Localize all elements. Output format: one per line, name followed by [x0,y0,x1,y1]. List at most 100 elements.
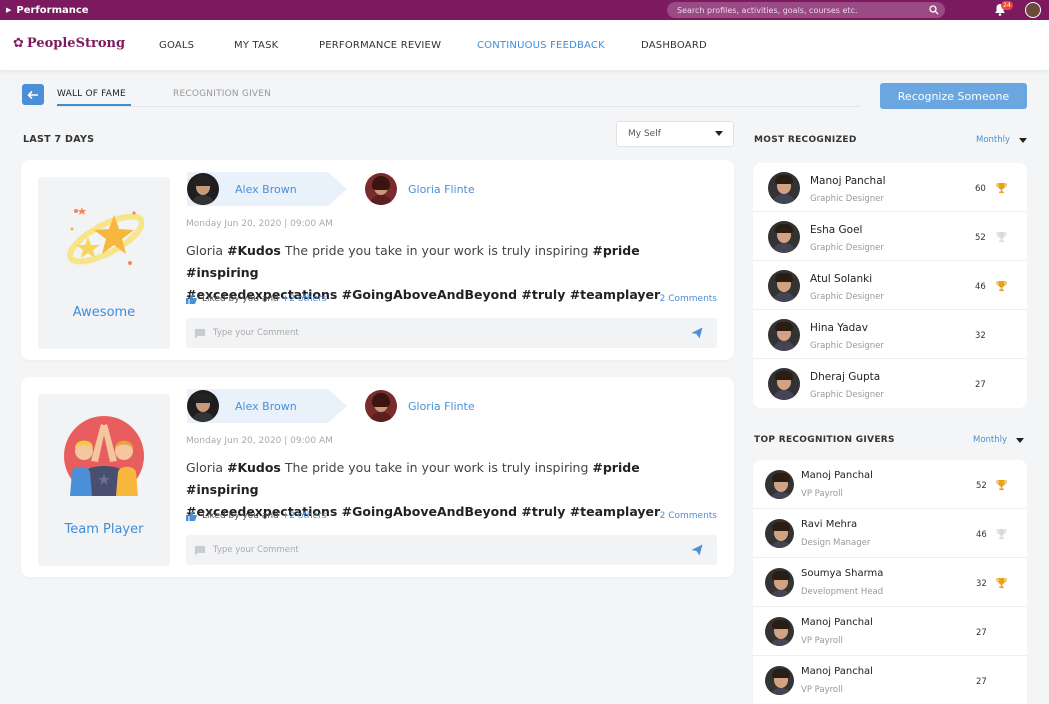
recognition-count: 60 [975,184,986,194]
tab-recognition-given[interactable]: RECOGNITION GIVEN [173,89,271,99]
most-recognized-filter[interactable]: Monthly [976,135,1028,145]
person-name[interactable]: Esha Goel [810,224,862,236]
send-icon[interactable] [691,544,703,556]
comment-input[interactable] [213,328,653,338]
trophy-icon [996,529,1007,540]
person-role: Graphic Designer [810,194,884,204]
caret-right-icon[interactable]: ▶ [6,6,11,14]
giver-avatar[interactable] [187,173,219,205]
nav-dashboard[interactable]: DASHBOARD [641,40,707,51]
comments-link[interactable]: 2 Comments [660,511,717,521]
user-avatar[interactable] [1025,2,1041,18]
person-name[interactable]: Manoj Panchal [801,617,873,628]
person-avatar[interactable] [765,568,794,597]
person-name[interactable]: Manoj Panchal [801,666,873,677]
person-avatar[interactable] [768,319,800,351]
main-nav: ✿ PeopleStrong GOALS MY TASK PERFORMANCE… [0,20,1049,70]
person-row[interactable]: Atul Solanki Graphic Designer 46 [753,261,1027,310]
team-player-icon [64,416,144,496]
person-row[interactable]: Manoj Panchal Graphic Designer 60 [753,163,1027,212]
trophy-icon [996,232,1007,243]
giver-avatar[interactable] [187,390,219,422]
most-recognized-list: Manoj Panchal Graphic Designer 60 Esha Goel… [753,163,1027,408]
person-row[interactable]: Hina Yadav Graphic Designer 32 [753,310,1027,359]
person-avatar[interactable] [768,172,800,204]
badge-panel: Awesome [38,177,170,349]
person-name[interactable]: Soumya Sharma [801,568,883,579]
person-row[interactable]: Esha Goel Graphic Designer 52 [753,212,1027,261]
person-name[interactable]: Hina Yadav [810,322,868,334]
person-avatar[interactable] [765,617,794,646]
kudos-tag: #Kudos [227,460,281,475]
person-row[interactable]: Dheraj Gupta Graphic Designer 27 [753,359,1027,408]
likes-others-link[interactable]: +2 others [282,511,327,521]
trophy-icon [996,183,1007,194]
receiver-avatar[interactable] [365,173,397,205]
person-name[interactable]: Manoj Panchal [810,175,886,187]
person-avatar[interactable] [765,666,794,695]
person-row[interactable]: Manoj Panchal VP Payroll 52 [753,460,1027,509]
feed-filter-select[interactable]: My Self [616,121,734,147]
person-row[interactable]: Manoj Panchal VP Payroll 27 [753,656,1027,704]
brand-name: PeopleStrong [26,36,126,51]
person-row[interactable]: Ravi Mehra Design Manager 46 [753,509,1027,558]
nav-continuous-feedback[interactable]: CONTINUOUS FEEDBACK [477,40,605,51]
brand-mark-icon: ✿ [13,36,24,51]
recognition-count: 27 [976,628,987,638]
giver-name[interactable]: Alex Brown [235,183,297,196]
nav-performance-review[interactable]: PERFORMANCE REVIEW [319,40,441,51]
top-givers-filter[interactable]: Monthly [973,435,1025,445]
nav-goals[interactable]: GOALS [159,40,194,51]
recognition-count: 52 [975,233,986,243]
person-row[interactable]: Soumya Sharma Development Head 32 [753,558,1027,607]
kudos-tag: #Kudos [227,243,281,258]
top-bar: ▶ Performance 24 [0,0,1049,20]
search-input[interactable] [677,5,917,15]
recognition-count: 46 [975,282,986,292]
period-filter-value: Monthly [976,135,1011,145]
receiver-name[interactable]: Gloria Flinte [408,400,475,413]
top-givers-title: TOP RECOGNITION GIVERS [754,435,895,445]
person-role: Graphic Designer [810,292,884,302]
person-name[interactable]: Dheraj Gupta [810,371,880,383]
person-avatar[interactable] [765,470,794,499]
back-button[interactable] [22,84,44,105]
person-avatar[interactable] [765,519,794,548]
send-icon[interactable] [691,327,703,339]
global-search[interactable] [667,2,945,18]
thumbs-up-icon[interactable] [186,511,197,521]
badge-name: Awesome [72,305,136,320]
receiver-name[interactable]: Gloria Flinte [408,183,475,196]
nav-my-task[interactable]: MY TASK [234,40,278,51]
comments-link[interactable]: 2 Comments [660,294,717,304]
recognize-someone-button[interactable]: Recognize Someone [880,83,1027,109]
person-name[interactable]: Atul Solanki [810,273,872,285]
person-row[interactable]: Manoj Panchal VP Payroll 27 [753,607,1027,656]
person-role: Graphic Designer [810,341,884,351]
likes-summary: Liked by you and +2 others [186,511,327,521]
comment-icon [195,545,205,555]
post-date: Monday Jun 20, 2020 | 09:00 AM [186,436,333,446]
person-avatar[interactable] [768,221,800,253]
search-icon[interactable] [929,5,939,15]
person-name[interactable]: Ravi Mehra [801,519,857,530]
comment-input[interactable] [213,545,653,555]
likes-others-link[interactable]: +2 others [282,294,327,304]
tab-wall-of-fame[interactable]: WALL OF FAME [57,89,126,99]
giver-name[interactable]: Alex Brown [235,400,297,413]
person-role: Design Manager [801,538,871,548]
person-role: VP Payroll [801,636,843,646]
thumbs-up-icon[interactable] [186,294,197,304]
person-avatar[interactable] [768,270,800,302]
person-name[interactable]: Manoj Panchal [801,470,873,481]
notification-badge: 24 [1001,1,1013,10]
person-role: Graphic Designer [810,243,884,253]
tab-divider [57,106,860,107]
person-role: VP Payroll [801,489,843,499]
message-body: The pride you take in your work is truly… [280,243,593,258]
person-avatar[interactable] [768,368,800,400]
brand-logo[interactable]: ✿ PeopleStrong [13,36,125,51]
most-recognized-title: MOST RECOGNIZED [754,135,857,145]
receiver-avatar[interactable] [365,390,397,422]
trophy-icon [996,480,1007,491]
